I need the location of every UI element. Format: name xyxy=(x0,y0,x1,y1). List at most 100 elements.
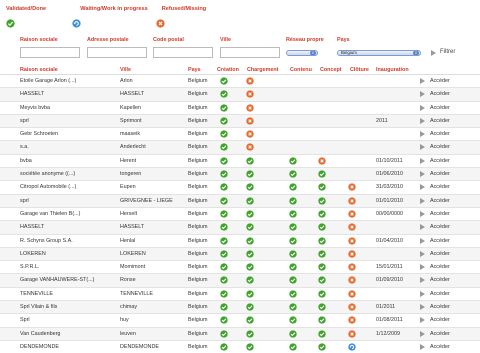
cell-pays: Belgium xyxy=(188,277,208,284)
refresh-circle-icon xyxy=(72,19,156,28)
triangle-right-icon xyxy=(420,104,425,111)
cell-pays: Belgium xyxy=(188,197,208,204)
table-row: Citropol Automobile (...) Eupen Belgium 31/… xyxy=(0,181,480,195)
cell-ville: Herselt xyxy=(120,210,138,217)
check-circle-icon xyxy=(220,143,228,152)
legend-wip: Waiting/Work in progress xyxy=(72,6,156,28)
table-body: Etoile Garage Arlon (...) Arlon Belgium Acc… xyxy=(0,75,480,353)
triangle-right-icon xyxy=(420,117,425,124)
table-row: bvba Herent Belgium 01/10/2011 Accéder xyxy=(0,155,480,169)
access-button-label: Accéder xyxy=(430,131,450,138)
check-circle-icon xyxy=(289,157,297,165)
cell-ville: Herent xyxy=(120,157,137,164)
check-circle-icon xyxy=(246,210,254,218)
check-circle-icon xyxy=(289,236,297,245)
check-circle-icon xyxy=(246,276,254,285)
triangle-right-icon xyxy=(420,78,425,84)
triangle-right-icon xyxy=(420,157,425,164)
filter-label-pays: Pays xyxy=(337,37,350,43)
cell-inauguration: 01/06/2010 xyxy=(376,171,403,178)
x-circle-icon xyxy=(348,223,356,231)
table-row: R. Schyns Group S.A. Henlal Belgium 01/04/2… xyxy=(0,235,480,248)
check-circle-icon xyxy=(6,19,46,28)
x-circle-icon xyxy=(348,303,356,311)
legend-done: Validated/Done xyxy=(6,6,46,28)
check-circle-icon xyxy=(318,183,326,192)
chevron-down-icon: ⇕ xyxy=(413,51,419,55)
access-button-label: Accéder xyxy=(430,224,450,231)
col-pays[interactable]: Pays xyxy=(188,67,201,73)
raison-input[interactable] xyxy=(20,47,80,58)
col-concept[interactable]: Concept xyxy=(320,67,342,73)
ville-input[interactable] xyxy=(220,47,280,58)
cell-inauguration: 15/01/2011 xyxy=(376,264,403,271)
col-cloture[interactable]: Clôture xyxy=(350,67,369,73)
cell-ville: Henlal xyxy=(120,237,136,244)
filter-label-raison: Raison sociale xyxy=(20,37,58,43)
cell-raison: Meyvis bvba xyxy=(20,104,50,111)
check-circle-icon xyxy=(289,170,297,178)
cell-raison: Gebr Schroeten xyxy=(20,131,59,138)
check-circle-icon xyxy=(289,316,297,325)
cell-inauguration: 01/10/2011 xyxy=(376,157,403,164)
x-circle-icon xyxy=(348,210,356,218)
filter-label-code: Code postal xyxy=(153,37,184,43)
table-row: sprl Sprimont Belgium 2011 Accéder xyxy=(0,114,480,129)
check-circle-icon xyxy=(318,276,326,285)
check-circle-icon xyxy=(318,250,326,258)
access-button-label: Accéder xyxy=(430,237,450,244)
check-circle-icon xyxy=(318,236,326,245)
cell-ville: HASSELT xyxy=(120,91,145,98)
code-postal-input[interactable] xyxy=(153,47,213,58)
access-button-label: Accéder xyxy=(430,78,450,84)
cell-raison: sociétée anonyme ((...) xyxy=(20,171,76,178)
triangle-right-icon xyxy=(420,210,425,217)
x-circle-icon xyxy=(318,157,326,165)
check-circle-icon xyxy=(289,263,297,271)
check-circle-icon xyxy=(246,329,254,338)
check-circle-icon xyxy=(318,210,326,218)
check-circle-icon xyxy=(289,343,297,351)
col-ville[interactable]: Ville xyxy=(120,67,131,73)
cell-ville: Momimont xyxy=(120,264,146,271)
cell-ville: Ronse xyxy=(120,277,136,284)
col-chargement[interactable]: Chargement xyxy=(247,67,278,73)
check-circle-icon xyxy=(220,117,228,125)
legend-done-label: Validated/Done xyxy=(6,6,47,12)
pays-select[interactable]: Belgium ⇕ xyxy=(337,50,421,56)
access-button-label: Accéder xyxy=(430,117,450,124)
check-circle-icon xyxy=(318,223,326,231)
table-row: sociétée anonyme ((...) tongeren Belgium 01… xyxy=(0,168,480,182)
check-circle-icon xyxy=(246,263,254,271)
cell-ville: Arlon xyxy=(120,78,133,84)
cell-raison: sprl xyxy=(20,117,29,124)
cell-raison: R. Schyns Group S.A. xyxy=(20,237,73,244)
access-button-label: Accéder xyxy=(430,171,450,178)
col-inauguration[interactable]: Inauguration xyxy=(376,67,409,73)
cell-inauguration: 01/08/2011 xyxy=(376,317,403,324)
adresse-input[interactable] xyxy=(87,47,147,58)
check-circle-icon xyxy=(246,196,254,205)
triangle-right-icon xyxy=(420,343,425,350)
triangle-right-icon xyxy=(420,171,425,178)
col-creation[interactable]: Création xyxy=(217,67,239,73)
cell-pays: Belgium xyxy=(188,237,208,244)
cell-ville: chimay xyxy=(120,304,138,311)
check-circle-icon xyxy=(318,303,326,311)
access-button-label: Accéder xyxy=(430,184,450,191)
col-raison[interactable]: Raison sociale xyxy=(20,67,58,73)
col-contenu[interactable]: Contenu xyxy=(290,67,312,73)
check-circle-icon xyxy=(289,196,297,205)
table-row: Garage VANHAUWERE-ST(...) Ronse Belgium 01/… xyxy=(0,274,480,288)
x-circle-icon xyxy=(246,103,254,112)
triangle-right-icon xyxy=(420,91,425,98)
x-circle-icon xyxy=(156,19,212,28)
cell-raison: LOKEREN xyxy=(20,250,46,257)
x-circle-icon xyxy=(348,276,356,285)
check-circle-icon xyxy=(246,343,254,351)
x-circle-icon xyxy=(246,77,254,85)
triangle-right-icon xyxy=(420,224,425,231)
x-circle-icon xyxy=(348,263,356,271)
triangle-right-icon xyxy=(420,317,425,324)
reseau-select[interactable]: ⇕ xyxy=(286,50,318,56)
